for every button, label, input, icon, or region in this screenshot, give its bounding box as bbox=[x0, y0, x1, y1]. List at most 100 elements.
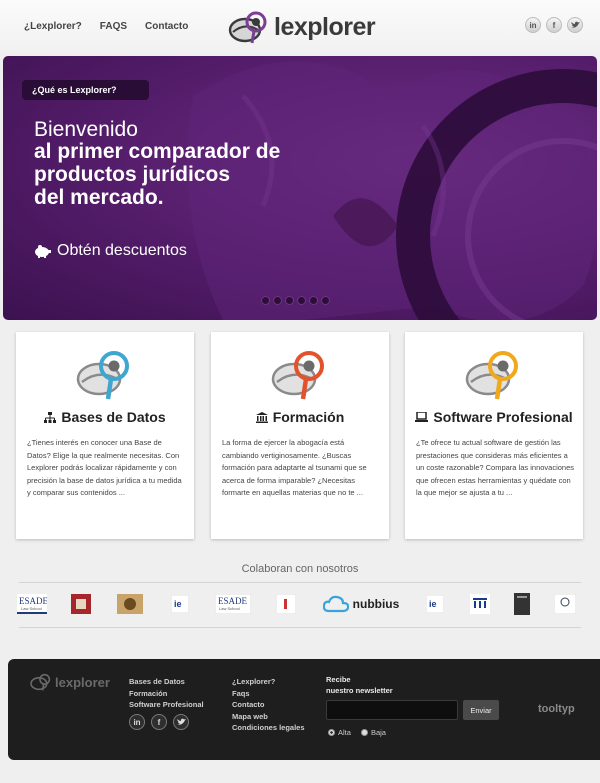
footer-logo[interactable]: lexplorer bbox=[30, 673, 110, 691]
hero-headline-line2: al primer comparador de bbox=[34, 140, 281, 163]
partner-logo-seal[interactable] bbox=[554, 592, 576, 616]
mascot-red-icon bbox=[271, 351, 324, 400]
card-body: ¿Tienes interés en conocer una Base de D… bbox=[27, 438, 182, 497]
footer: lexplorer Bases de Datos Formación Softw… bbox=[8, 659, 600, 760]
card-title: Formación bbox=[211, 409, 389, 425]
hero-banner: ¿Qué es Lexplorer? Bienvenido al primer … bbox=[3, 56, 597, 320]
mascot-blue-icon bbox=[76, 351, 129, 400]
partner-logo-esade-2[interactable]: ESADE Law School bbox=[215, 592, 251, 616]
slider-dot[interactable] bbox=[285, 296, 294, 305]
discounts-link[interactable]: Obtén descuentos bbox=[34, 242, 187, 260]
radio-baja[interactable]: Baja bbox=[360, 728, 386, 737]
nubbius-text: nubbius bbox=[352, 597, 400, 611]
partner-logo-dark[interactable] bbox=[514, 592, 530, 616]
que-es-lexplorer-button[interactable]: ¿Qué es Lexplorer? bbox=[22, 80, 149, 100]
svg-text:Law School: Law School bbox=[219, 606, 240, 611]
partner-logo-esade[interactable]: ESADE Law School bbox=[17, 592, 47, 616]
laptop-icon bbox=[415, 412, 429, 422]
discounts-label: Obtén descuentos bbox=[57, 242, 187, 259]
footer-services: Bases de Datos Formación Software Profes… bbox=[129, 676, 204, 711]
newsletter-title-line1: Recibe bbox=[326, 675, 351, 684]
slider-dot[interactable] bbox=[273, 296, 282, 305]
divider bbox=[19, 582, 581, 583]
nav-lexplorer[interactable]: ¿Lexplorer? bbox=[24, 21, 82, 32]
social-links: in f bbox=[525, 17, 583, 33]
logo-mascot-icon bbox=[30, 673, 51, 691]
divider bbox=[19, 627, 581, 628]
footer-logo-text: lexplorer bbox=[55, 674, 110, 690]
collab-title: Colaboran con nosotros bbox=[241, 563, 359, 575]
footer-social: in f bbox=[129, 714, 189, 730]
site-logo[interactable]: lexplorer bbox=[228, 10, 376, 44]
sitemap-icon bbox=[44, 411, 57, 423]
card-body: La forma de ejercer la abogacía está cam… bbox=[222, 438, 367, 497]
nav-faqs[interactable]: FAQS bbox=[100, 21, 127, 32]
card-title-text: Formación bbox=[272, 409, 345, 425]
tooltyp-brand[interactable]: tooltyp bbox=[538, 703, 575, 715]
header: ¿Lexplorer? FAQS Contacto lexplorer in f bbox=[0, 0, 600, 52]
logo-text: lexplorer bbox=[274, 12, 376, 41]
slider-dot[interactable] bbox=[297, 296, 306, 305]
card-title-text: Bases de Datos bbox=[61, 409, 166, 425]
partner-logo-columns[interactable] bbox=[470, 592, 490, 616]
card-bases-de-datos[interactable]: Bases de Datos ¿Tienes interés en conoce… bbox=[16, 332, 194, 539]
newsletter-title-line2: nuestro newsletter bbox=[326, 686, 393, 695]
card-formacion[interactable]: Formación La forma de ejercer la abogací… bbox=[211, 332, 389, 539]
footer-link-software[interactable]: Software Profesional bbox=[129, 699, 204, 711]
facebook-icon[interactable]: f bbox=[151, 714, 167, 730]
partner-logo-ie[interactable]: ie bbox=[171, 592, 189, 616]
partner-logo-tan[interactable] bbox=[117, 592, 143, 616]
nav-contacto[interactable]: Contacto bbox=[145, 21, 188, 32]
newsletter-send-button[interactable]: Enviar bbox=[463, 700, 499, 720]
svg-text:ESADE: ESADE bbox=[218, 596, 248, 606]
card-title: Software Profesional bbox=[405, 409, 583, 425]
hero-headline-line3: productos jurídicos bbox=[34, 163, 231, 186]
partner-logo-white[interactable] bbox=[276, 592, 296, 616]
svg-text:ie: ie bbox=[174, 599, 182, 609]
linkedin-icon[interactable]: in bbox=[525, 17, 541, 33]
partner-logo-red[interactable] bbox=[71, 592, 91, 616]
piggy-bank-icon bbox=[35, 245, 51, 258]
newsletter-email-input[interactable] bbox=[326, 700, 458, 720]
twitter-icon[interactable] bbox=[173, 714, 189, 730]
footer-link-formacion[interactable]: Formación bbox=[129, 688, 204, 700]
radio-baja-button[interactable] bbox=[360, 729, 368, 736]
card-title-text: Software Profesional bbox=[433, 409, 573, 425]
radio-baja-label: Baja bbox=[370, 728, 386, 737]
card-body: ¿Te ofrece tu actual software de gestión… bbox=[416, 438, 575, 497]
footer-info: ¿Lexplorer? Faqs Contacto Mapa web Condi… bbox=[232, 676, 305, 734]
svg-text:ie: ie bbox=[429, 599, 437, 609]
radio-alta[interactable]: Alta bbox=[328, 728, 351, 737]
partner-logo-ie-2[interactable]: ie bbox=[426, 592, 444, 616]
card-title: Bases de Datos bbox=[16, 409, 194, 425]
svg-text:ESADE: ESADE bbox=[19, 596, 47, 606]
twitter-icon[interactable] bbox=[567, 17, 583, 33]
hero-welcome: Bienvenido bbox=[34, 118, 138, 141]
radio-alta-button[interactable] bbox=[328, 729, 335, 736]
slider-dot[interactable] bbox=[309, 296, 318, 305]
newsletter-options: Alta Baja bbox=[328, 728, 386, 737]
logo-mascot-icon bbox=[228, 11, 267, 44]
svg-text:Law School: Law School bbox=[21, 606, 42, 611]
newsletter-title: Recibe nuestro newsletter bbox=[326, 674, 393, 696]
main-nav: ¿Lexplorer? FAQS Contacto bbox=[24, 21, 188, 32]
linkedin-icon[interactable]: in bbox=[129, 714, 145, 730]
footer-link-contacto[interactable]: Contacto bbox=[232, 699, 305, 711]
partner-logos: ESADE Law School ie ESADE Law School nubbi… bbox=[15, 592, 587, 618]
footer-link-condiciones[interactable]: Condiciones legales bbox=[232, 722, 305, 734]
radio-alta-label: Alta bbox=[338, 728, 351, 737]
hero-headline: al primer comparador de productos jurídi… bbox=[34, 140, 294, 209]
slider-dot[interactable] bbox=[321, 296, 330, 305]
cloud-icon bbox=[322, 595, 349, 613]
footer-link-bases[interactable]: Bases de Datos bbox=[129, 676, 204, 688]
partner-logo-nubbius[interactable]: nubbius bbox=[321, 592, 401, 616]
mascot-yellow-icon bbox=[465, 351, 518, 400]
facebook-icon[interactable]: f bbox=[546, 17, 562, 33]
institution-icon bbox=[255, 411, 268, 423]
footer-link-lexplorer[interactable]: ¿Lexplorer? bbox=[232, 676, 305, 688]
footer-link-mapa-web[interactable]: Mapa web bbox=[232, 711, 305, 723]
footer-link-faqs[interactable]: Faqs bbox=[232, 688, 305, 700]
card-software-profesional[interactable]: Software Profesional ¿Te ofrece tu actua… bbox=[405, 332, 583, 539]
slider-dot[interactable] bbox=[261, 296, 270, 305]
slider-dots bbox=[261, 296, 330, 305]
